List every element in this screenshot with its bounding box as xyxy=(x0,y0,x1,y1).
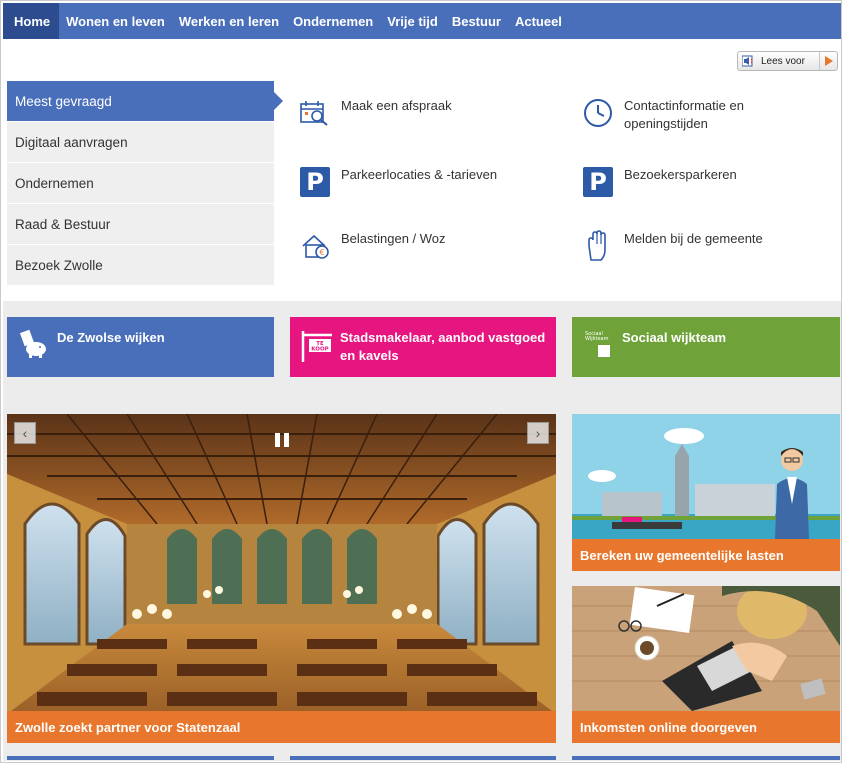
contact-label: Contactinformatie en openingstijden xyxy=(624,98,744,131)
nav-vrije-tijd[interactable]: Vrije tijd xyxy=(380,3,445,39)
carousel-prev-button[interactable]: ‹ xyxy=(14,422,36,444)
social-team-logo-icon: Sociaal Wijkteam xyxy=(582,329,616,363)
hand-icon xyxy=(582,230,614,262)
taxes-label: Belastingen / Woz xyxy=(341,231,446,246)
bottom-tile-1 xyxy=(7,756,274,760)
parking-letter: P xyxy=(583,167,613,197)
side-item-bezoek-zwolle[interactable]: Bezoek Zwolle xyxy=(7,245,274,286)
main-navigation: Home Wonen en leven Werken en leren Onde… xyxy=(3,3,841,39)
svg-text:€: € xyxy=(319,248,324,257)
carousel-next-button[interactable]: › xyxy=(527,422,549,444)
realestate-label: Stadsmakelaar, aanbod vastgoed en kavels xyxy=(340,330,546,363)
calendar-search-icon xyxy=(299,97,331,129)
neighbourhoods-label: De Zwolse wijken xyxy=(57,330,165,345)
nav-actueel[interactable]: Actueel xyxy=(508,3,569,39)
report-label: Melden bij de gemeente xyxy=(624,231,763,246)
visitor-parking-label: Bezoekersparkeren xyxy=(624,167,737,182)
report-link[interactable]: Melden bij de gemeente xyxy=(582,230,763,262)
social-team-tile[interactable]: Sociaal Wijkteam Sociaal wijkteam xyxy=(572,317,840,377)
parking-letter: P xyxy=(300,167,330,197)
parking-icon: P xyxy=(582,166,614,198)
clock-icon xyxy=(582,97,614,129)
play-icon xyxy=(819,52,837,70)
nav-wonen-en-leven[interactable]: Wonen en leven xyxy=(59,3,172,39)
side-item-digitaal-aanvragen[interactable]: Digitaal aanvragen xyxy=(7,122,274,163)
costs-card[interactable]: Bereken uw gemeentelijke lasten xyxy=(572,414,840,571)
side-item-meest-gevraagd[interactable]: Meest gevraagd xyxy=(7,81,283,122)
nav-ondernemen[interactable]: Ondernemen xyxy=(286,3,380,39)
read-aloud-button[interactable]: Lees voor xyxy=(737,51,838,71)
income-caption: Inkomsten online doorgeven xyxy=(572,711,840,743)
realestate-tile[interactable]: TE KOOP Stadsmakelaar, aanbod vastgoed e… xyxy=(290,317,556,377)
laptop-photo xyxy=(572,586,840,711)
income-card[interactable]: Inkomsten online doorgeven xyxy=(572,586,840,743)
contact-link[interactable]: Contactinformatie en openingstijden xyxy=(582,97,774,133)
bottom-tile-2 xyxy=(290,756,556,760)
page-frame: Home Wonen en leven Werken en leren Onde… xyxy=(0,0,842,763)
hero-carousel[interactable]: ‹ › Zwolle zoekt partner voor Statenzaal xyxy=(7,414,556,743)
parking-icon: P xyxy=(299,166,331,198)
house-coins-icon: € xyxy=(299,230,331,262)
side-item-ondernemen[interactable]: Ondernemen xyxy=(7,163,274,204)
side-menu: Meest gevraagd Digitaal aanvragen Ondern… xyxy=(7,81,283,286)
appointment-link[interactable]: Maak een afspraak xyxy=(299,97,452,129)
nav-werken-en-leren[interactable]: Werken en leren xyxy=(172,3,286,39)
nav-home[interactable]: Home xyxy=(3,3,60,39)
carousel-caption: Zwolle zoekt partner voor Statenzaal xyxy=(7,711,556,743)
nav-bestuur[interactable]: Bestuur xyxy=(445,3,508,39)
city-illustration xyxy=(572,414,840,539)
social-team-label: Sociaal wijkteam xyxy=(622,330,727,345)
parking-locations-label: Parkeerlocaties & -tarieven xyxy=(341,167,498,182)
piggy-bank-icon xyxy=(17,329,51,363)
side-item-raad-bestuur[interactable]: Raad & Bestuur xyxy=(7,204,274,245)
neighbourhoods-tile[interactable]: De Zwolse wijken xyxy=(7,317,274,377)
parking-locations-link[interactable]: P Parkeerlocaties & -tarieven xyxy=(299,166,497,198)
costs-caption: Bereken uw gemeentelijke lasten xyxy=(572,539,840,571)
visitor-parking-link[interactable]: P Bezoekersparkeren xyxy=(582,166,737,198)
svg-text:KOOP: KOOP xyxy=(311,347,328,353)
speaker-icon xyxy=(741,54,757,68)
taxes-link[interactable]: € Belastingen / Woz xyxy=(299,230,446,262)
for-sale-sign-icon: TE KOOP xyxy=(300,329,334,363)
statenzaal-image xyxy=(7,414,556,743)
bottom-tile-3 xyxy=(572,756,840,760)
pause-icon[interactable] xyxy=(275,433,289,447)
read-aloud-label: Lees voor xyxy=(761,55,805,67)
appointment-label: Maak een afspraak xyxy=(341,98,452,113)
svg-text:Wijkteam: Wijkteam xyxy=(585,336,609,342)
